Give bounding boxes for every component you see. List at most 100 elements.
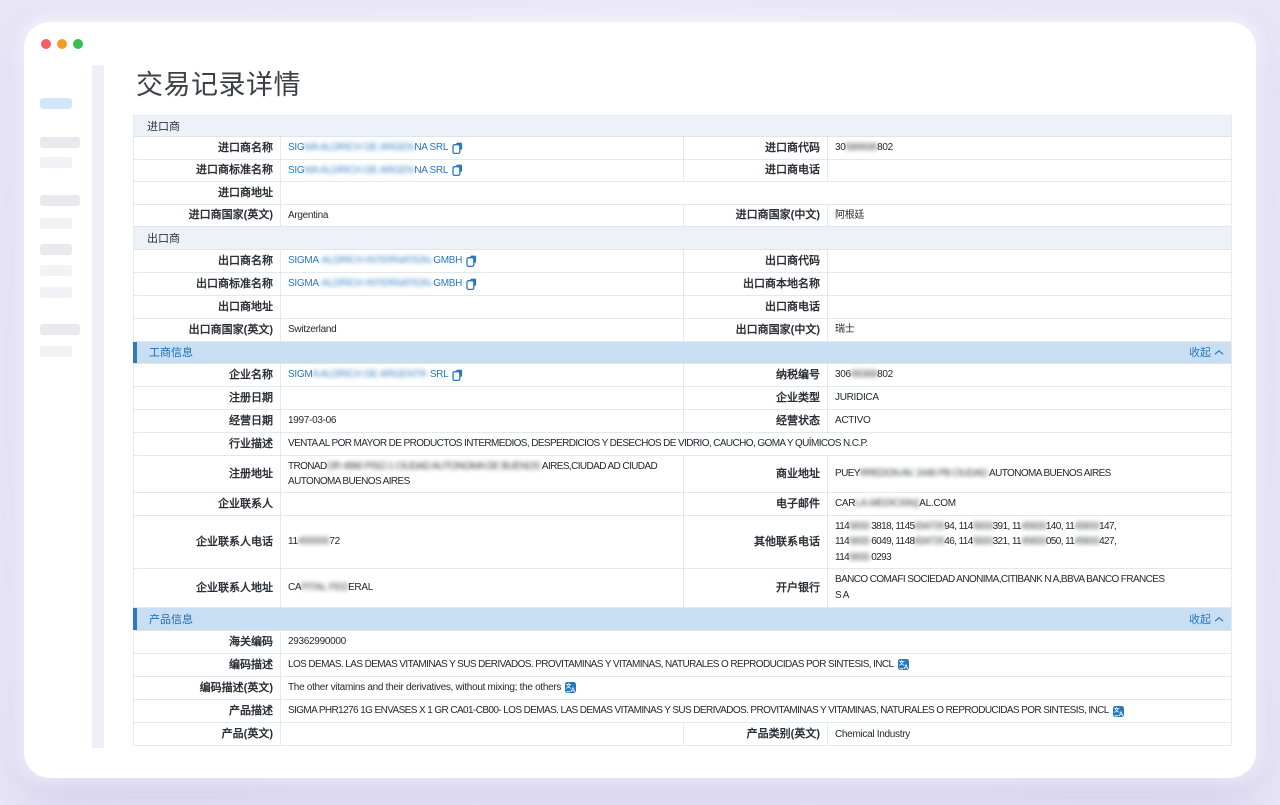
redacted-text: 99368 [851, 367, 877, 383]
value-text: The other vitamins and their derivatives… [288, 680, 561, 696]
field-value: Switzerland [281, 319, 684, 341]
field-label: 出口商地址 [134, 296, 281, 318]
redacted-text: 5833 [973, 519, 993, 535]
value-text: SIGM [288, 369, 312, 380]
field-value: LOS DEMAS. LAS DEMAS VITAMINAS Y SUS DER… [281, 654, 1231, 676]
field-label: 进口商标准名称 [134, 160, 281, 182]
value-text: BANCO COMAFI SOCIEDAD ANONIMA,CITIBANK N… [835, 572, 1164, 588]
value-text: 321, 11 [993, 534, 1021, 550]
field-value [281, 296, 684, 318]
copy-icon[interactable] [452, 369, 463, 381]
sidebar-item-skeleton[interactable] [40, 346, 72, 357]
field-value: SIGMA-ALDRICH INTERNATIONAL GMBH [281, 273, 684, 295]
company-link[interactable]: SIGMA-ALDRICH INTERNATIONAL GMBH [288, 276, 462, 292]
sidebar-item-skeleton[interactable] [40, 195, 80, 206]
close-window-dot[interactable] [41, 39, 51, 49]
field-label: 其他联系电话 [684, 516, 828, 568]
company-link[interactable]: SIGMA ALDRICH DE ARGENTINA SRL [288, 367, 448, 383]
window-controls [41, 39, 83, 49]
value-text: 147, [1099, 519, 1116, 535]
field-label: 开户银行 [684, 569, 828, 607]
table-row: 注册地址TRONADOR 4890 PISO 1 CIUDAD AUTONOMA… [134, 456, 1231, 493]
company-link[interactable]: SIGMA-ALDRICH INTERNATIONAL GMBH [288, 253, 462, 269]
value-text: AL.COM [919, 496, 956, 512]
redacted-text: 45833 [1021, 534, 1046, 550]
sidebar-item-skeleton[interactable] [40, 137, 80, 148]
copy-icon[interactable] [452, 164, 463, 176]
redacted-text: 834729 [915, 519, 945, 535]
field-value: 瑞士 [828, 319, 1231, 341]
field-value: CAPITAL FEDERAL [281, 569, 684, 607]
chevron-up-icon [1214, 349, 1224, 356]
maximize-window-dot[interactable] [73, 39, 83, 49]
copy-icon[interactable] [452, 142, 463, 154]
field-label: 产品描述 [134, 700, 281, 722]
company-link[interactable]: SIGMA ALDRICH DE ARGENTINA SRL [288, 140, 448, 156]
sidebar-item-skeleton[interactable] [40, 324, 80, 335]
table-row: 进口商标准名称 SIGMA ALDRICH DE ARGENTINA SRL 进口商… [134, 160, 1231, 183]
field-label: 行业描述 [134, 433, 281, 455]
redacted-text: 455555 [298, 534, 330, 550]
value-text: 瑞士 [835, 322, 854, 338]
field-label: 出口商电话 [684, 296, 828, 318]
value-text: 94, 114 [944, 519, 972, 535]
value-text: AUTONOMA BUENOS AIRES [288, 474, 410, 490]
field-label: 进口商名称 [134, 137, 281, 159]
field-value: 1997-03-06 [281, 410, 684, 432]
value-text: 427, [1099, 534, 1116, 550]
translate-icon[interactable]: 文A [1113, 706, 1124, 717]
section-header-business-info: 工商信息 收起 [134, 342, 1231, 365]
company-link[interactable]: SIGMA ALDRICH DE ARGENTINA SRL [288, 163, 448, 179]
redacted-text: -ALDRICH INTERNATIONAL [319, 253, 431, 269]
redacted-text: A ALDRICH DE ARGENTINA [312, 367, 427, 383]
value-text: SIGMA [288, 278, 319, 289]
main-content: 交易记录详情 进口商进口商名称SIGMA ALDRICH DE ARGENTIN… [133, 64, 1232, 746]
section-title: 工商信息 [149, 344, 193, 360]
value-text: 114 [835, 519, 849, 535]
value-text: 1997-03-06 [288, 413, 336, 429]
field-label: 经营状态 [684, 410, 828, 432]
sidebar-item-skeleton[interactable] [40, 287, 72, 298]
sidebar-item-skeleton[interactable] [40, 244, 72, 255]
value-text: NA SRL [414, 165, 448, 176]
field-value: JURIDICA [828, 387, 1231, 409]
field-value: Argentina [281, 205, 684, 227]
field-value: 29362990000 [281, 631, 1231, 653]
minimize-window-dot[interactable] [57, 39, 67, 49]
value-text: 391, 11 [993, 519, 1021, 535]
field-label: 进口商电话 [684, 160, 828, 182]
sidebar-item-skeleton[interactable] [40, 265, 72, 276]
translate-icon[interactable]: 文A [898, 659, 909, 670]
field-value: 30699368802 [828, 364, 1231, 386]
value-text: TRONAD [288, 459, 327, 475]
value-text: CAR [835, 496, 855, 512]
value-text: SRL [427, 369, 448, 380]
collapse-button[interactable]: 收起 [1189, 611, 1224, 627]
value-text: 46, 114 [944, 534, 972, 550]
field-label: 出口商国家(中文) [684, 319, 828, 341]
value-text: SIG [288, 142, 304, 153]
copy-icon[interactable] [466, 255, 477, 267]
sidebar-item-active-skeleton[interactable] [40, 98, 72, 109]
sidebar-item-skeleton[interactable] [40, 157, 72, 168]
chevron-up-icon [1214, 616, 1224, 623]
field-value: SIGMA PHR1276 1G ENVASES X 1 GR CA01-CB0… [281, 700, 1231, 722]
table-row: 出口商国家(英文)Switzerland出口商国家(中文)瑞士 [134, 319, 1231, 342]
translate-icon[interactable]: 文A [565, 682, 576, 693]
redacted-text: MA ALDRICH DE ARGENTI [304, 163, 414, 179]
value-text: 306 [835, 367, 851, 383]
browser-window: 交易记录详情 进口商进口商名称SIGMA ALDRICH DE ARGENTIN… [24, 22, 1256, 778]
copy-icon[interactable] [466, 278, 477, 290]
table-row: 海关编码29362990000 [134, 631, 1231, 654]
value-text: ACTIVO [835, 413, 870, 429]
redacted-text: 834729 [915, 534, 945, 550]
field-value: 阿根廷 [828, 205, 1231, 227]
sidebar-item-skeleton[interactable] [40, 218, 72, 229]
field-label: 注册地址 [134, 456, 281, 492]
collapse-button[interactable]: 收起 [1189, 344, 1224, 360]
field-value [828, 250, 1231, 272]
section-header-importer: 进口商 [134, 116, 1231, 137]
field-value: CARLA.MEDICI06@GMAL.COM [828, 493, 1231, 515]
value-text: SIG [288, 165, 304, 176]
value-text: GMBH [431, 278, 462, 289]
